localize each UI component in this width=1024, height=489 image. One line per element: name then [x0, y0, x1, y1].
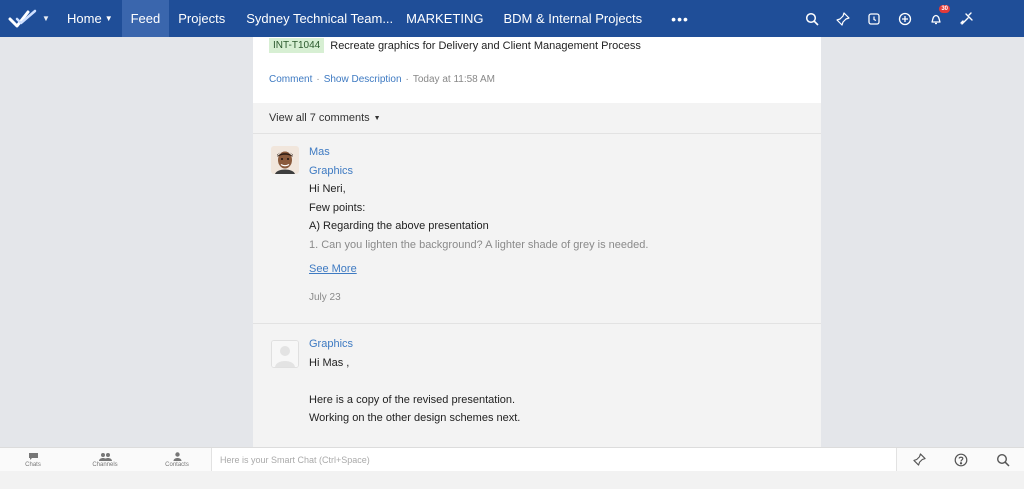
comment-body: Graphics Hi Mas , Here is a copy of the …: [309, 335, 520, 428]
see-more-link[interactable]: See More: [309, 260, 357, 279]
avatar[interactable]: [271, 340, 299, 368]
comment-line: Working on the other design schemes next…: [309, 412, 521, 424]
chevron-down-icon: ▼: [104, 14, 113, 23]
app-logo[interactable]: ▼: [0, 0, 58, 37]
help-icon[interactable]: [952, 451, 970, 469]
chevron-down-icon: ▼: [42, 14, 50, 23]
comment-link[interactable]: Comment: [269, 74, 312, 85]
separator: ·: [405, 74, 409, 85]
search-icon[interactable]: [803, 10, 821, 28]
view-all-comments-toggle[interactable]: View all 7 comments ▼: [253, 103, 821, 134]
avatar[interactable]: [271, 146, 299, 174]
tab-chats[interactable]: Chats: [0, 452, 69, 468]
tab-channels[interactable]: Channels: [69, 452, 141, 468]
bottom-right-actions: [910, 448, 1012, 471]
tab-contacts[interactable]: Contacts: [141, 451, 213, 468]
chat-icon: [28, 452, 38, 460]
nav-projects-label: Projects: [178, 11, 226, 26]
pin-icon[interactable]: [834, 10, 852, 28]
top-navigation-bar: ▼ Home ▼ Feed Projects Sydney Technical …: [0, 0, 1024, 37]
feed-post-panel: INT-T1044 Recreate graphics for Delivery…: [253, 37, 821, 447]
comment-item: Mas Graphics Hi Neri, Few points: A) Reg…: [253, 134, 821, 324]
notification-count-badge: 30: [939, 4, 950, 13]
search-icon[interactable]: [994, 451, 1012, 469]
nav-home[interactable]: Home ▼: [58, 0, 122, 37]
comment-line: 1. Can you lighten the background? A lig…: [309, 238, 649, 251]
nav-marketing-label: MARKETING: [406, 11, 484, 26]
task-title[interactable]: Recreate graphics for Delivery and Clien…: [330, 40, 641, 52]
post-header: INT-T1044 Recreate graphics for Delivery…: [253, 37, 821, 103]
page-footer-strip: [0, 471, 1024, 489]
tools-icon[interactable]: [958, 10, 976, 28]
nav-projects[interactable]: Projects: [169, 0, 234, 37]
comment-line: Hi Mas ,: [309, 356, 350, 369]
pin-icon[interactable]: [910, 451, 928, 469]
nav-home-label: Home: [67, 11, 102, 26]
comment-author[interactable]: Mas: [309, 143, 648, 162]
user-avatar-icon: [271, 146, 299, 174]
nav-sydney-label: Sydney Technical Team...: [246, 11, 394, 26]
more-menu-button[interactable]: •••: [651, 0, 703, 37]
task-id-badge[interactable]: INT-T1044: [269, 38, 325, 53]
nav-feed[interactable]: Feed: [121, 0, 170, 37]
timer-icon[interactable]: [865, 10, 883, 28]
tab-contacts-label: Contacts: [165, 461, 189, 468]
show-description-link[interactable]: Show Description: [324, 74, 402, 85]
comment-line: Here is a copy of the revised presentati…: [309, 393, 516, 406]
more-dots-icon: •••: [671, 10, 689, 27]
chevron-down-icon: ▼: [373, 114, 381, 122]
topbar-right-actions: 30: [803, 0, 976, 37]
comment-date: July 23: [309, 291, 341, 303]
smart-chat-input[interactable]: Here is your Smart Chat (Ctrl+Space): [211, 448, 897, 471]
checkmark-logo-icon: [8, 9, 37, 27]
default-avatar-icon: [272, 341, 298, 367]
comment-line: Hi Neri,: [309, 183, 346, 195]
comment-line: Few points:: [309, 201, 366, 214]
contacts-icon: [173, 451, 181, 461]
comment-line-blank: [309, 372, 520, 391]
nav-marketing[interactable]: MARKETING: [402, 0, 495, 37]
comment-group[interactable]: Graphics: [309, 162, 648, 181]
comment-line: A) Regarding the above presentation: [309, 220, 489, 232]
comment-body: Mas Graphics Hi Neri, Few points: A) Reg…: [309, 143, 648, 307]
separator: ·: [316, 74, 320, 85]
view-all-comments-label: View all 7 comments: [269, 112, 370, 124]
notification-bell-icon[interactable]: 30: [927, 4, 950, 28]
task-row: INT-T1044 Recreate graphics for Delivery…: [269, 38, 641, 53]
bottom-bar: Chats Channels Contacts Here is your Sma…: [0, 447, 1024, 471]
nav-feed-label: Feed: [130, 11, 161, 26]
comment-group[interactable]: Graphics: [309, 335, 520, 354]
tab-chats-label: Chats: [25, 461, 41, 468]
channels-icon: [98, 452, 112, 461]
comment-item: Graphics Hi Mas , Here is a copy of the …: [253, 324, 821, 447]
post-actions: Comment · Show Description · Today at 11…: [269, 74, 495, 85]
post-timestamp: Today at 11:58 AM: [412, 74, 495, 85]
add-icon[interactable]: [896, 10, 914, 28]
tab-channels-label: Channels: [92, 461, 118, 468]
nav-sydney-technical-team[interactable]: Sydney Technical Team...: [234, 0, 402, 37]
nav-bdm-internal-projects[interactable]: BDM & Internal Projects: [495, 0, 651, 37]
nav-bdm-label: BDM & Internal Projects: [503, 11, 643, 26]
bottom-tabs: Chats Channels Contacts: [0, 451, 213, 468]
